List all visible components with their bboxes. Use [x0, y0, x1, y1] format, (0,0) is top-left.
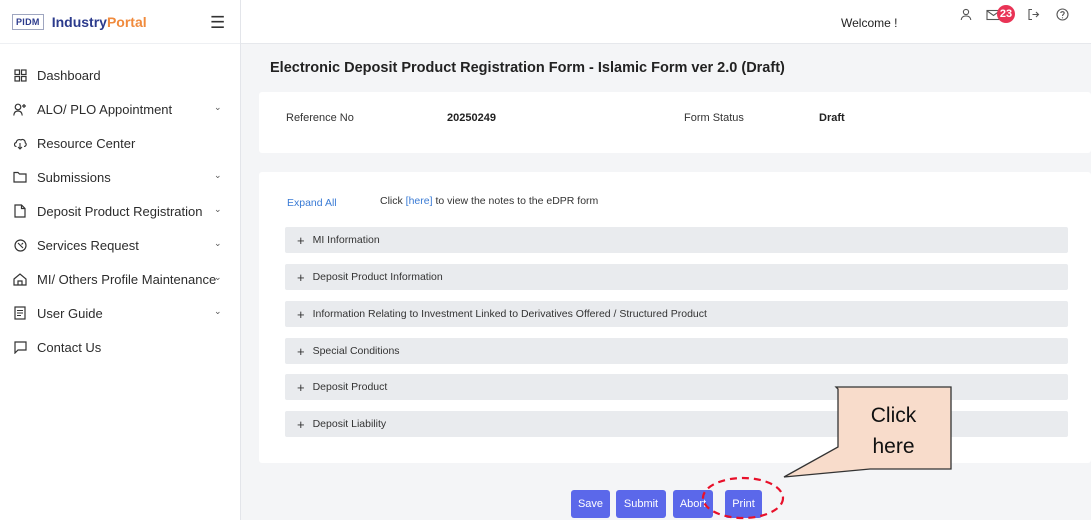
callout-line1: Click — [870, 404, 917, 427]
callout-text: Click here — [836, 400, 951, 462]
callout-line2: here — [872, 435, 915, 458]
